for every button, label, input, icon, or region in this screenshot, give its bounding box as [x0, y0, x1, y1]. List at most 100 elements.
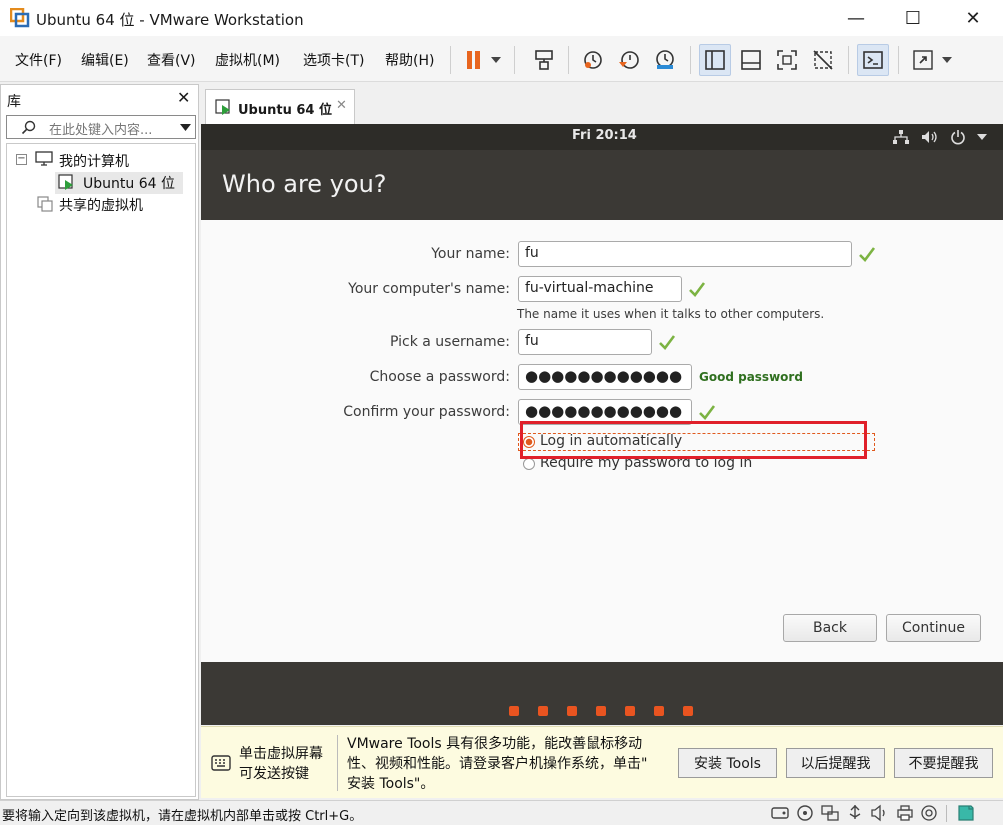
vm-console[interactable]: Fri 20:14 Who are you? Your name: fu You…: [201, 124, 1003, 725]
pause-icon: [467, 51, 480, 69]
status-divider: [946, 805, 947, 822]
continue-button[interactable]: Continue: [886, 614, 981, 642]
status-message: 要将输入定向到该虚拟机，请在虚拟机内部单击或按 Ctrl+G。: [2, 809, 363, 824]
installer-page-title: Who are you?: [222, 170, 387, 198]
menu-tabs[interactable]: 选项卡(T): [303, 50, 364, 70]
snapshot-button[interactable]: [577, 44, 609, 76]
toolbar-separator: [690, 46, 691, 74]
expand-icon: [913, 50, 933, 70]
tab-label: Ubuntu 64 位: [238, 103, 332, 118]
notice-message: VMware Tools 具有很多功能，能改善鼠标移动 性、视频和性能。请登录客…: [347, 734, 647, 794]
minimize-button[interactable]: —: [833, 0, 879, 36]
maximize-button[interactable]: ☐: [890, 0, 936, 36]
computer-name-input[interactable]: fu-virtual-machine: [518, 276, 682, 302]
library-close-button[interactable]: ✕: [177, 88, 190, 107]
chevron-down-icon: [491, 57, 501, 63]
toolbar-separator: [898, 46, 899, 74]
vm-running-icon: [58, 174, 73, 190]
cd-drive-icon[interactable]: [796, 804, 814, 822]
display-icon[interactable]: [920, 804, 938, 822]
power-menu-dropdown[interactable]: [486, 44, 506, 76]
clock-manager-icon: [656, 50, 674, 69]
show-library-button[interactable]: [699, 44, 731, 76]
progress-dot: [509, 706, 519, 716]
title-bar: Ubuntu 64 位 - VMware Workstation — ☐ ✕: [0, 0, 1003, 36]
password-label: Choose a password:: [369, 369, 510, 385]
vm-tree: − 我的计算机 Ubuntu 64 位 共享的虚拟机: [6, 143, 196, 797]
password-strength-indicator: Good password: [699, 370, 803, 384]
full-screen-button[interactable]: [771, 44, 803, 76]
window-title: Ubuntu 64 位 - VMware Workstation: [36, 11, 304, 29]
tab-ubuntu-vm[interactable]: Ubuntu 64 位 ✕: [205, 89, 355, 125]
back-button[interactable]: Back: [783, 614, 877, 642]
unity-disabled-icon: [813, 50, 833, 70]
installer-header: Who are you?: [201, 150, 1003, 220]
menu-toolbar: 文件(F) 编辑(E) 查看(V) 虚拟机(M) 选项卡(T) 帮助(H): [0, 36, 1003, 82]
revert-snapshot-button[interactable]: [613, 44, 645, 76]
menu-help[interactable]: 帮助(H): [385, 50, 434, 70]
console-view-button[interactable]: [857, 44, 889, 76]
chevron-down-icon[interactable]: [977, 134, 987, 140]
network-icon[interactable]: [893, 130, 909, 144]
tree-item-shared-vms[interactable]: 共享的虚拟机: [59, 195, 143, 215]
library-search-placeholder: 在此处键入内容...: [49, 123, 153, 138]
chevron-down-icon: [942, 57, 952, 63]
progress-dot: [596, 706, 606, 716]
computer-icon: [35, 151, 53, 166]
hard-disk-icon[interactable]: [770, 804, 790, 822]
minimize-icon: —: [847, 7, 865, 29]
tab-close-button[interactable]: ✕: [336, 98, 347, 113]
sound-icon[interactable]: [870, 804, 890, 822]
confirm-password-label: Confirm your password:: [343, 404, 510, 420]
check-icon: [659, 335, 676, 350]
username-input[interactable]: fu: [518, 329, 652, 355]
vm-running-icon: [215, 99, 230, 115]
tree-item-ubuntu-vm[interactable]: Ubuntu 64 位: [83, 173, 175, 193]
stretch-guest-button[interactable]: [907, 44, 939, 76]
volume-icon[interactable]: [921, 130, 939, 144]
bottom-panel-layout-icon: [741, 50, 761, 70]
close-button[interactable]: ✕: [950, 0, 996, 36]
computer-name-hint: The name it uses when it talks to other …: [517, 307, 825, 321]
require-password-radio[interactable]: [523, 458, 535, 470]
keyboard-click-icon: [211, 755, 231, 771]
install-tools-button[interactable]: 安装 Tools: [678, 748, 777, 778]
send-ctrl-alt-del-button[interactable]: [528, 44, 560, 76]
sidebar-layout-icon: [705, 50, 725, 70]
tree-item-my-computer[interactable]: 我的计算机: [59, 151, 129, 171]
menu-edit[interactable]: 编辑(E): [81, 50, 129, 70]
unity-mode-button[interactable]: [807, 44, 839, 76]
fullscreen-icon: [777, 50, 797, 70]
tree-collapse-toggle[interactable]: −: [16, 154, 27, 165]
toolbar-separator: [514, 46, 515, 74]
clock: Fri 20:14: [572, 128, 637, 143]
installer-progress-bar: [201, 662, 1003, 725]
library-panel: 库 ✕ 在此处键入内容... − 我的计算机 Ubuntu 64 位 共享的虚拟…: [0, 84, 199, 800]
thumbnail-bar-button[interactable]: [735, 44, 767, 76]
library-search-input[interactable]: 在此处键入内容...: [6, 115, 196, 139]
vmware-app-icon: [10, 8, 30, 28]
message-log-icon[interactable]: [956, 803, 976, 823]
never-remind-button[interactable]: 不要提醒我: [894, 748, 993, 778]
progress-dot: [567, 706, 577, 716]
clock-revert-icon: [619, 51, 639, 69]
shared-vm-icon: [37, 196, 53, 212]
usb-icon[interactable]: [846, 804, 864, 822]
your-name-label: Your name:: [431, 246, 510, 262]
remind-later-button[interactable]: 以后提醒我: [786, 748, 885, 778]
close-icon: ✕: [177, 88, 191, 107]
snapshot-manager-button[interactable]: [649, 44, 681, 76]
menu-vm[interactable]: 虚拟机(M): [215, 50, 280, 70]
menu-file[interactable]: 文件(F): [15, 50, 62, 70]
stretch-menu-dropdown[interactable]: [937, 44, 957, 76]
check-icon: [699, 405, 716, 420]
close-icon: ✕: [965, 7, 981, 29]
your-name-input[interactable]: fu: [518, 241, 852, 267]
network-send-icon: [535, 50, 553, 70]
network-adapter-icon[interactable]: [820, 804, 840, 822]
menu-view[interactable]: 查看(V): [147, 50, 196, 70]
printer-icon[interactable]: [896, 804, 914, 822]
chevron-down-icon[interactable]: [180, 124, 191, 131]
power-icon[interactable]: [950, 129, 966, 145]
password-input[interactable]: ●●●●●●●●●●●●: [518, 364, 692, 390]
